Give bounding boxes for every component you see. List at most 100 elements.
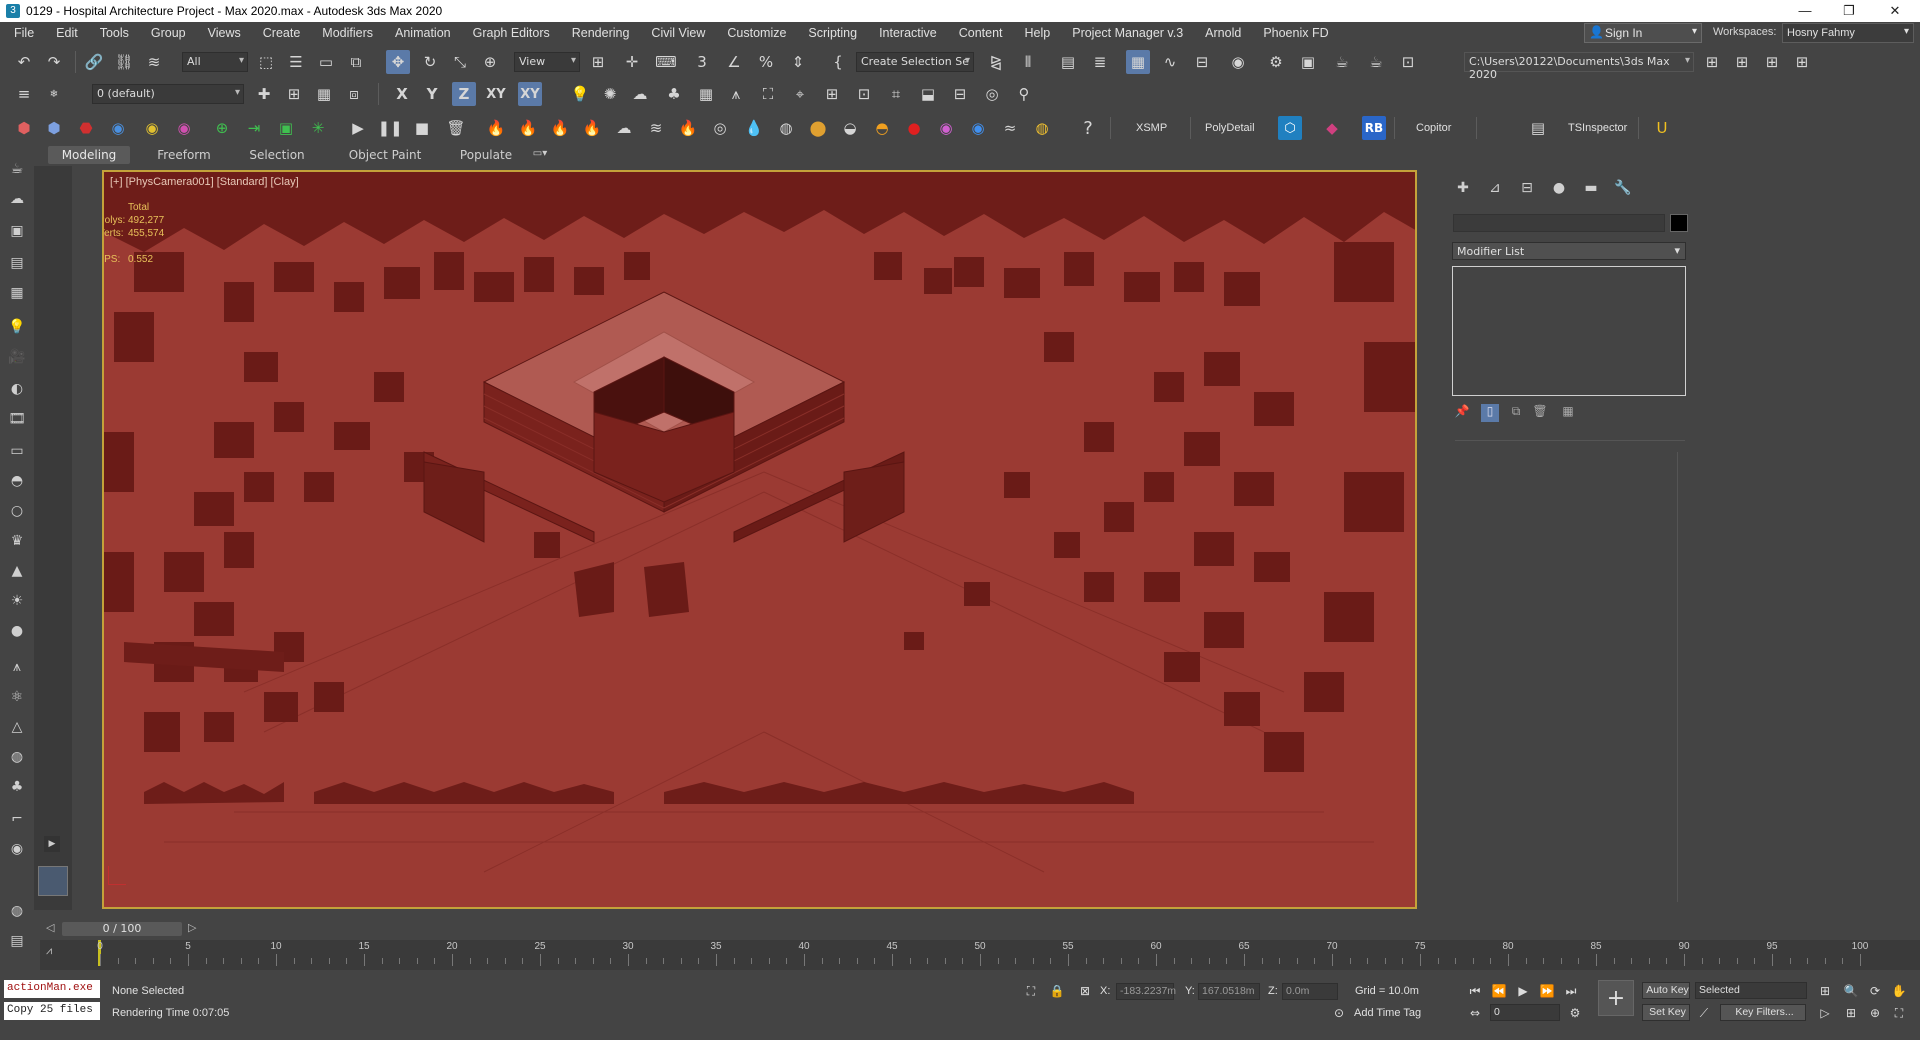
select-move-icon[interactable]: ✥: [386, 50, 410, 74]
reference-coordinate-dropdown[interactable]: View: [514, 52, 580, 72]
maxscript-listener-line1[interactable]: actionMan.exe: [4, 980, 100, 998]
tab-selection[interactable]: Selection: [232, 146, 322, 164]
select-by-name-icon[interactable]: ☰: [284, 50, 308, 74]
cylinder-icon[interactable]: ⬢: [42, 116, 66, 140]
selection-filter-dropdown[interactable]: All: [182, 52, 248, 72]
constrain-y-button[interactable]: Y: [420, 82, 444, 106]
menu-civil-view[interactable]: Civil View: [640, 26, 716, 40]
project-folder-icon[interactable]: ⊞: [1700, 50, 1724, 74]
y-coord-field[interactable]: 167.0518m: [1198, 983, 1260, 1000]
tab-object-paint[interactable]: Object Paint: [330, 146, 440, 164]
set-current-layer-icon[interactable]: ⧈: [342, 82, 366, 106]
particle-icon[interactable]: ◉: [934, 116, 958, 140]
viewport-layout-icon[interactable]: ⊟: [948, 82, 972, 106]
set-key-big-button[interactable]: +: [1598, 980, 1634, 1016]
align-icon[interactable]: ⫴: [1016, 50, 1040, 74]
menu-views[interactable]: Views: [197, 26, 252, 40]
set-key-button[interactable]: Set Key: [1642, 1004, 1690, 1021]
crown-icon[interactable]: ♛: [6, 530, 28, 552]
smoke-icon[interactable]: ☁: [612, 116, 636, 140]
stair-icon[interactable]: ⩚: [724, 82, 748, 106]
camera-icon[interactable]: 🎥: [6, 346, 28, 368]
fire-icon[interactable]: 🔥: [516, 116, 540, 140]
project-open-icon[interactable]: ⊞: [1730, 50, 1754, 74]
object-color-swatch[interactable]: [1670, 214, 1688, 232]
render-production-icon[interactable]: ☕: [1330, 50, 1354, 74]
rect-selection-icon[interactable]: ▭: [314, 50, 338, 74]
schematic-view-icon[interactable]: ⊟: [1190, 50, 1214, 74]
spacing-tool-icon[interactable]: ⛶: [756, 82, 780, 106]
helix-icon[interactable]: ⊕: [210, 116, 234, 140]
circle-icon[interactable]: ○: [6, 500, 28, 522]
panel-scrollbar[interactable]: [1677, 452, 1678, 902]
menu-rendering[interactable]: Rendering: [561, 26, 641, 40]
foliage-icon[interactable]: ♣: [662, 82, 686, 106]
unlink-icon[interactable]: ⛓: [112, 50, 136, 74]
viewport-label[interactable]: [+] [PhysCamera001] [Standard] [Clay]: [110, 176, 299, 188]
fire-emitter-icon[interactable]: 🔥: [580, 116, 604, 140]
layer-dropdown[interactable]: 0 (default): [92, 84, 244, 104]
sign-in-dropdown[interactable]: 👤 Sign In ▾: [1584, 23, 1702, 43]
constrain-xy-button[interactable]: XY: [484, 82, 508, 106]
menu-arnold[interactable]: Arnold: [1194, 26, 1252, 40]
cloud-icon[interactable]: ☁: [6, 188, 28, 210]
document-icon[interactable]: ▤: [6, 252, 28, 274]
utilities-tab-icon[interactable]: 🔧: [1611, 180, 1635, 200]
modify-tab-icon[interactable]: ⊿: [1483, 180, 1507, 200]
track-bar[interactable]: ⩘ 0 5 10 15 20 25 30 35 40 45 50 55 60 65 70 75 80 85 90 95…: [40, 940, 1920, 970]
auto-key-button[interactable]: Auto Key: [1642, 982, 1690, 999]
box-icon[interactable]: ⬢: [12, 116, 36, 140]
viewport-thumbnail[interactable]: [38, 866, 68, 896]
render-region-icon[interactable]: ⊡: [1396, 50, 1420, 74]
project-folder-dropdown[interactable]: C:\Users\20122\Documents\3ds Max 2020: [1464, 52, 1694, 81]
maximize-viewport-icon[interactable]: ⛶: [1890, 1004, 1908, 1022]
drop-icon[interactable]: ◉: [106, 116, 130, 140]
force-icon[interactable]: ◉: [966, 116, 990, 140]
pin-stack-icon[interactable]: 📌: [1453, 404, 1471, 422]
previous-frame-icon[interactable]: ⏪: [1490, 982, 1508, 1000]
vortex-icon[interactable]: ◎: [708, 116, 732, 140]
bulb-icon[interactable]: 💡: [6, 316, 28, 338]
redo-icon[interactable]: ↷: [42, 50, 66, 74]
modifier-stack[interactable]: [1452, 266, 1686, 396]
sun-position-icon[interactable]: ✺: [598, 82, 622, 106]
rendered-frame-window-icon[interactable]: ▣: [1296, 50, 1320, 74]
render-setup-icon[interactable]: ⚙: [1264, 50, 1288, 74]
x-coord-field[interactable]: -183.2237m: [1116, 983, 1176, 1000]
menu-content[interactable]: Content: [948, 26, 1014, 40]
make-unique-icon[interactable]: ⧉: [1507, 404, 1525, 422]
menu-group[interactable]: Group: [140, 26, 197, 40]
layer-explorer-icon[interactable]: ≣: [1088, 50, 1112, 74]
torus-icon[interactable]: ◉: [140, 116, 164, 140]
plant-icon[interactable]: ♣: [6, 776, 28, 798]
menu-edit[interactable]: Edit: [45, 26, 89, 40]
next-frame-icon[interactable]: ▷: [188, 921, 196, 934]
render-iterative-icon[interactable]: ☕: [1364, 50, 1388, 74]
sun-icon[interactable]: ☀: [6, 590, 28, 612]
polydetail-button[interactable]: PolyDetail: [1205, 122, 1255, 134]
stairs-icon[interactable]: ⩚: [6, 656, 28, 678]
wind-icon[interactable]: ≋: [644, 116, 668, 140]
array-icon[interactable]: ⊞: [820, 82, 844, 106]
pour-icon[interactable]: ◓: [870, 116, 894, 140]
project-settings-icon[interactable]: ⊞: [1790, 50, 1814, 74]
rectangle-icon[interactable]: ▭: [6, 440, 28, 462]
ocean-icon[interactable]: ◍: [774, 116, 798, 140]
modifier-list-dropdown[interactable]: Modifier List: [1452, 242, 1686, 260]
time-slider-thumb[interactable]: 0 / 100: [62, 922, 182, 936]
menu-tools[interactable]: Tools: [89, 26, 140, 40]
current-frame-field[interactable]: 0: [1490, 1004, 1560, 1021]
remove-modifier-icon[interactable]: 🗑: [1531, 404, 1549, 422]
select-in-layer-icon[interactable]: ▦: [312, 82, 336, 106]
play-animation-icon[interactable]: ▶: [1514, 982, 1532, 1000]
script-icon[interactable]: ▤: [6, 930, 28, 952]
menu-graph-editors[interactable]: Graph Editors: [462, 26, 561, 40]
minimize-button[interactable]: —: [1782, 0, 1828, 22]
hex-icon[interactable]: ◉: [172, 116, 196, 140]
sphere-icon[interactable]: ⬣: [74, 116, 98, 140]
flame-icon[interactable]: 🔥: [676, 116, 700, 140]
create-layer-icon[interactable]: ✚: [252, 82, 276, 106]
select-place-icon[interactable]: ⊕: [478, 50, 502, 74]
constrain-z-button[interactable]: Z: [452, 82, 476, 106]
restore-button[interactable]: ❐: [1826, 0, 1872, 22]
